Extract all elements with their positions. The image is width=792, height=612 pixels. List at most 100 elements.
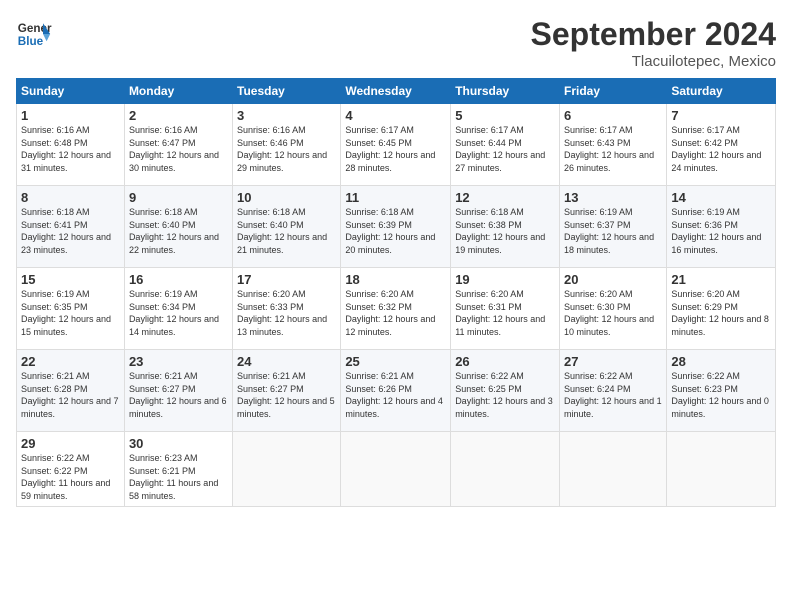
day-number: 11 xyxy=(345,190,446,205)
day-info: Sunrise: 6:23 AMSunset: 6:21 PMDaylight:… xyxy=(129,452,228,502)
calendar-cell: 18Sunrise: 6:20 AMSunset: 6:32 PMDayligh… xyxy=(341,268,451,350)
calendar-cell: 21Sunrise: 6:20 AMSunset: 6:29 PMDayligh… xyxy=(667,268,776,350)
calendar-cell: 2Sunrise: 6:16 AMSunset: 6:47 PMDaylight… xyxy=(124,104,232,186)
weekday-friday: Friday xyxy=(560,79,667,104)
day-info: Sunrise: 6:21 AMSunset: 6:28 PMDaylight:… xyxy=(21,370,120,420)
calendar-cell: 11Sunrise: 6:18 AMSunset: 6:39 PMDayligh… xyxy=(341,186,451,268)
calendar-page: General Blue September 2024 Tlacuilotepe… xyxy=(0,0,792,612)
day-number: 29 xyxy=(21,436,120,451)
calendar-cell: 19Sunrise: 6:20 AMSunset: 6:31 PMDayligh… xyxy=(451,268,560,350)
day-number: 3 xyxy=(237,108,336,123)
calendar-cell xyxy=(341,432,451,507)
day-number: 16 xyxy=(129,272,228,287)
day-info: Sunrise: 6:16 AMSunset: 6:48 PMDaylight:… xyxy=(21,124,120,174)
day-info: Sunrise: 6:19 AMSunset: 6:36 PMDaylight:… xyxy=(671,206,771,256)
day-number: 25 xyxy=(345,354,446,369)
day-number: 30 xyxy=(129,436,228,451)
day-info: Sunrise: 6:18 AMSunset: 6:40 PMDaylight:… xyxy=(237,206,336,256)
day-number: 6 xyxy=(564,108,662,123)
day-number: 21 xyxy=(671,272,771,287)
day-number: 5 xyxy=(455,108,555,123)
weekday-header-row: SundayMondayTuesdayWednesdayThursdayFrid… xyxy=(17,79,776,104)
calendar-cell xyxy=(233,432,341,507)
calendar-cell xyxy=(560,432,667,507)
day-number: 14 xyxy=(671,190,771,205)
weekday-wednesday: Wednesday xyxy=(341,79,451,104)
day-number: 28 xyxy=(671,354,771,369)
calendar-cell: 26Sunrise: 6:22 AMSunset: 6:25 PMDayligh… xyxy=(451,350,560,432)
day-info: Sunrise: 6:16 AMSunset: 6:47 PMDaylight:… xyxy=(129,124,228,174)
logo-icon: General Blue xyxy=(16,16,52,52)
calendar-cell: 5Sunrise: 6:17 AMSunset: 6:44 PMDaylight… xyxy=(451,104,560,186)
day-number: 18 xyxy=(345,272,446,287)
calendar-cell: 12Sunrise: 6:18 AMSunset: 6:38 PMDayligh… xyxy=(451,186,560,268)
day-info: Sunrise: 6:18 AMSunset: 6:41 PMDaylight:… xyxy=(21,206,120,256)
calendar-cell: 29Sunrise: 6:22 AMSunset: 6:22 PMDayligh… xyxy=(17,432,125,507)
calendar-cell: 4Sunrise: 6:17 AMSunset: 6:45 PMDaylight… xyxy=(341,104,451,186)
day-info: Sunrise: 6:19 AMSunset: 6:35 PMDaylight:… xyxy=(21,288,120,338)
week-row-4: 22Sunrise: 6:21 AMSunset: 6:28 PMDayligh… xyxy=(17,350,776,432)
day-number: 2 xyxy=(129,108,228,123)
day-number: 26 xyxy=(455,354,555,369)
day-info: Sunrise: 6:20 AMSunset: 6:32 PMDaylight:… xyxy=(345,288,446,338)
day-info: Sunrise: 6:20 AMSunset: 6:29 PMDaylight:… xyxy=(671,288,771,338)
day-info: Sunrise: 6:21 AMSunset: 6:26 PMDaylight:… xyxy=(345,370,446,420)
header: General Blue September 2024 Tlacuilotepe… xyxy=(16,16,776,70)
day-number: 23 xyxy=(129,354,228,369)
day-number: 19 xyxy=(455,272,555,287)
weekday-sunday: Sunday xyxy=(17,79,125,104)
calendar-cell: 1Sunrise: 6:16 AMSunset: 6:48 PMDaylight… xyxy=(17,104,125,186)
day-number: 27 xyxy=(564,354,662,369)
weekday-saturday: Saturday xyxy=(667,79,776,104)
calendar-cell: 15Sunrise: 6:19 AMSunset: 6:35 PMDayligh… xyxy=(17,268,125,350)
day-number: 17 xyxy=(237,272,336,287)
calendar-table: SundayMondayTuesdayWednesdayThursdayFrid… xyxy=(16,78,776,507)
calendar-cell: 30Sunrise: 6:23 AMSunset: 6:21 PMDayligh… xyxy=(124,432,232,507)
day-info: Sunrise: 6:19 AMSunset: 6:37 PMDaylight:… xyxy=(564,206,662,256)
calendar-cell: 24Sunrise: 6:21 AMSunset: 6:27 PMDayligh… xyxy=(233,350,341,432)
day-info: Sunrise: 6:22 AMSunset: 6:25 PMDaylight:… xyxy=(455,370,555,420)
calendar-cell: 13Sunrise: 6:19 AMSunset: 6:37 PMDayligh… xyxy=(560,186,667,268)
calendar-cell: 16Sunrise: 6:19 AMSunset: 6:34 PMDayligh… xyxy=(124,268,232,350)
week-row-5: 29Sunrise: 6:22 AMSunset: 6:22 PMDayligh… xyxy=(17,432,776,507)
logo: General Blue xyxy=(16,16,52,52)
day-info: Sunrise: 6:17 AMSunset: 6:43 PMDaylight:… xyxy=(564,124,662,174)
calendar-cell: 25Sunrise: 6:21 AMSunset: 6:26 PMDayligh… xyxy=(341,350,451,432)
calendar-cell: 23Sunrise: 6:21 AMSunset: 6:27 PMDayligh… xyxy=(124,350,232,432)
day-info: Sunrise: 6:20 AMSunset: 6:33 PMDaylight:… xyxy=(237,288,336,338)
day-number: 9 xyxy=(129,190,228,205)
calendar-cell: 22Sunrise: 6:21 AMSunset: 6:28 PMDayligh… xyxy=(17,350,125,432)
day-info: Sunrise: 6:16 AMSunset: 6:46 PMDaylight:… xyxy=(237,124,336,174)
calendar-cell: 9Sunrise: 6:18 AMSunset: 6:40 PMDaylight… xyxy=(124,186,232,268)
day-info: Sunrise: 6:22 AMSunset: 6:23 PMDaylight:… xyxy=(671,370,771,420)
day-number: 1 xyxy=(21,108,120,123)
weekday-tuesday: Tuesday xyxy=(233,79,341,104)
calendar-cell: 8Sunrise: 6:18 AMSunset: 6:41 PMDaylight… xyxy=(17,186,125,268)
title-block: September 2024 Tlacuilotepec, Mexico xyxy=(531,16,776,70)
calendar-cell xyxy=(667,432,776,507)
week-row-1: 1Sunrise: 6:16 AMSunset: 6:48 PMDaylight… xyxy=(17,104,776,186)
day-info: Sunrise: 6:20 AMSunset: 6:31 PMDaylight:… xyxy=(455,288,555,338)
day-info: Sunrise: 6:18 AMSunset: 6:38 PMDaylight:… xyxy=(455,206,555,256)
day-info: Sunrise: 6:17 AMSunset: 6:44 PMDaylight:… xyxy=(455,124,555,174)
location-title: Tlacuilotepec, Mexico xyxy=(531,53,776,70)
day-number: 13 xyxy=(564,190,662,205)
month-title: September 2024 xyxy=(531,16,776,53)
day-number: 24 xyxy=(237,354,336,369)
day-number: 7 xyxy=(671,108,771,123)
calendar-cell: 27Sunrise: 6:22 AMSunset: 6:24 PMDayligh… xyxy=(560,350,667,432)
day-number: 8 xyxy=(21,190,120,205)
day-info: Sunrise: 6:18 AMSunset: 6:40 PMDaylight:… xyxy=(129,206,228,256)
week-row-3: 15Sunrise: 6:19 AMSunset: 6:35 PMDayligh… xyxy=(17,268,776,350)
calendar-cell: 10Sunrise: 6:18 AMSunset: 6:40 PMDayligh… xyxy=(233,186,341,268)
calendar-cell: 7Sunrise: 6:17 AMSunset: 6:42 PMDaylight… xyxy=(667,104,776,186)
calendar-cell: 20Sunrise: 6:20 AMSunset: 6:30 PMDayligh… xyxy=(560,268,667,350)
week-row-2: 8Sunrise: 6:18 AMSunset: 6:41 PMDaylight… xyxy=(17,186,776,268)
day-number: 4 xyxy=(345,108,446,123)
calendar-cell: 3Sunrise: 6:16 AMSunset: 6:46 PMDaylight… xyxy=(233,104,341,186)
day-info: Sunrise: 6:20 AMSunset: 6:30 PMDaylight:… xyxy=(564,288,662,338)
day-info: Sunrise: 6:17 AMSunset: 6:42 PMDaylight:… xyxy=(671,124,771,174)
day-number: 22 xyxy=(21,354,120,369)
calendar-cell: 28Sunrise: 6:22 AMSunset: 6:23 PMDayligh… xyxy=(667,350,776,432)
day-info: Sunrise: 6:21 AMSunset: 6:27 PMDaylight:… xyxy=(237,370,336,420)
